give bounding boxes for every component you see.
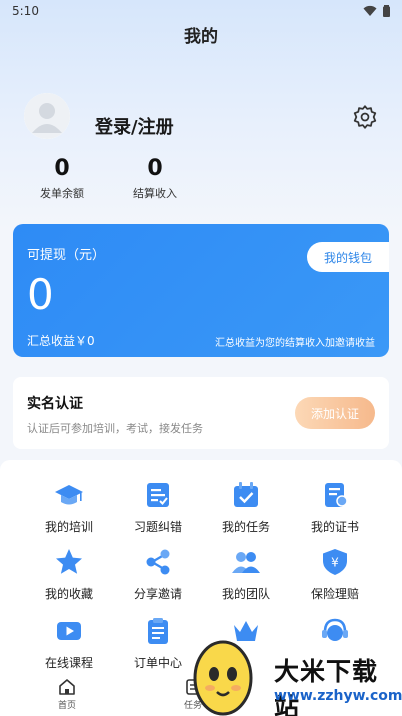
svg-text:¥: ¥ — [331, 556, 339, 570]
real-name-verification-card: 实名认证 认证后可参加培训，考试，接发任务 添加认证 — [13, 377, 389, 449]
grid-label: 我的证书 — [310, 520, 359, 534]
grid-item-my-favorites[interactable]: 我的收藏 — [19, 547, 119, 602]
exercise-correction-icon — [147, 483, 169, 507]
stat-label: 发单余额 — [40, 187, 84, 200]
grid-item-online-courses[interactable]: 在线课程 — [19, 616, 119, 671]
grid-label: 保险理赔 — [310, 587, 359, 601]
grid-label: 我的收藏 — [44, 587, 93, 601]
page-title: 我的 — [184, 27, 218, 47]
grid-item-insurance-claims[interactable]: ¥ 保险理赔 — [285, 547, 385, 602]
grid-label: 习题纠错 — [133, 520, 182, 534]
watermark-url: www.zzhyw.com — [274, 688, 402, 704]
battery-icon — [383, 5, 390, 17]
my-wallet-button[interactable]: 我的钱包 — [307, 242, 389, 272]
certificate-icon — [325, 483, 348, 507]
task-icon — [234, 482, 258, 507]
grid-item-share-invite[interactable]: 分享邀请 — [108, 547, 208, 602]
add-verification-button[interactable]: 添加认证 — [295, 397, 375, 429]
status-time: 5:10 — [12, 4, 39, 18]
withdrawable-value: 0 — [27, 270, 54, 319]
grid-label: 我的团队 — [221, 587, 270, 601]
graduation-cap-icon — [55, 485, 83, 505]
watermark: 大米下载站 www.zzhyw.com — [190, 632, 402, 716]
verify-description: 认证后可参加培训，考试，接发任务 — [27, 422, 203, 435]
watermark-title: 大米下载站 — [274, 657, 379, 716]
share-icon — [146, 549, 170, 575]
status-icons — [363, 5, 390, 17]
grid-label: 我的任务 — [221, 520, 270, 534]
settings-button[interactable] — [352, 104, 378, 130]
video-course-icon — [57, 622, 81, 640]
wifi-icon — [363, 5, 377, 16]
grid-item-my-training[interactable]: 我的培训 — [19, 480, 119, 535]
grid-label: 我的培训 — [44, 520, 93, 534]
grid-item-my-team[interactable]: 我的团队 — [196, 547, 296, 602]
grid-label: 在线课程 — [44, 656, 93, 670]
stat-settlement-income[interactable]: 0 结算收入 — [115, 156, 195, 201]
status-bar: 5:10 — [0, 0, 402, 24]
insurance-shield-icon: ¥ — [323, 549, 347, 575]
gear-icon — [353, 105, 377, 129]
avatar[interactable] — [24, 93, 70, 139]
withdrawable-label: 可提现（元） — [27, 248, 106, 263]
star-icon — [56, 549, 82, 574]
stat-value: 0 — [54, 156, 70, 181]
order-clipboard-icon — [148, 618, 168, 644]
default-avatar-icon — [24, 93, 70, 139]
stat-value: 0 — [147, 156, 163, 181]
grid-item-my-tasks[interactable]: 我的任务 — [196, 480, 296, 535]
grid-item-my-certificates[interactable]: 我的证书 — [285, 480, 385, 535]
stat-label: 结算收入 — [133, 187, 177, 200]
grid-item-exercise-correction[interactable]: 习题纠错 — [108, 480, 208, 535]
verify-title: 实名认证 — [27, 396, 83, 412]
tab-home[interactable]: 首页 — [37, 678, 97, 711]
team-icon — [232, 552, 260, 573]
total-income: 汇总收益￥0 — [27, 334, 95, 348]
login-register-link[interactable]: 登录/注册 — [95, 113, 174, 139]
wallet-card: 可提现（元） 0 汇总收益￥0 汇总收益为您的结算收入加邀请收益 我的钱包 — [13, 224, 389, 357]
grid-label: 分享邀请 — [133, 587, 182, 601]
income-note: 汇总收益为您的结算收入加邀请收益 — [215, 338, 375, 349]
rice-mascot-icon — [193, 640, 253, 716]
home-icon — [59, 679, 75, 695]
stat-order-balance[interactable]: 0 发单余额 — [22, 156, 102, 201]
tab-label: 首页 — [57, 701, 76, 711]
